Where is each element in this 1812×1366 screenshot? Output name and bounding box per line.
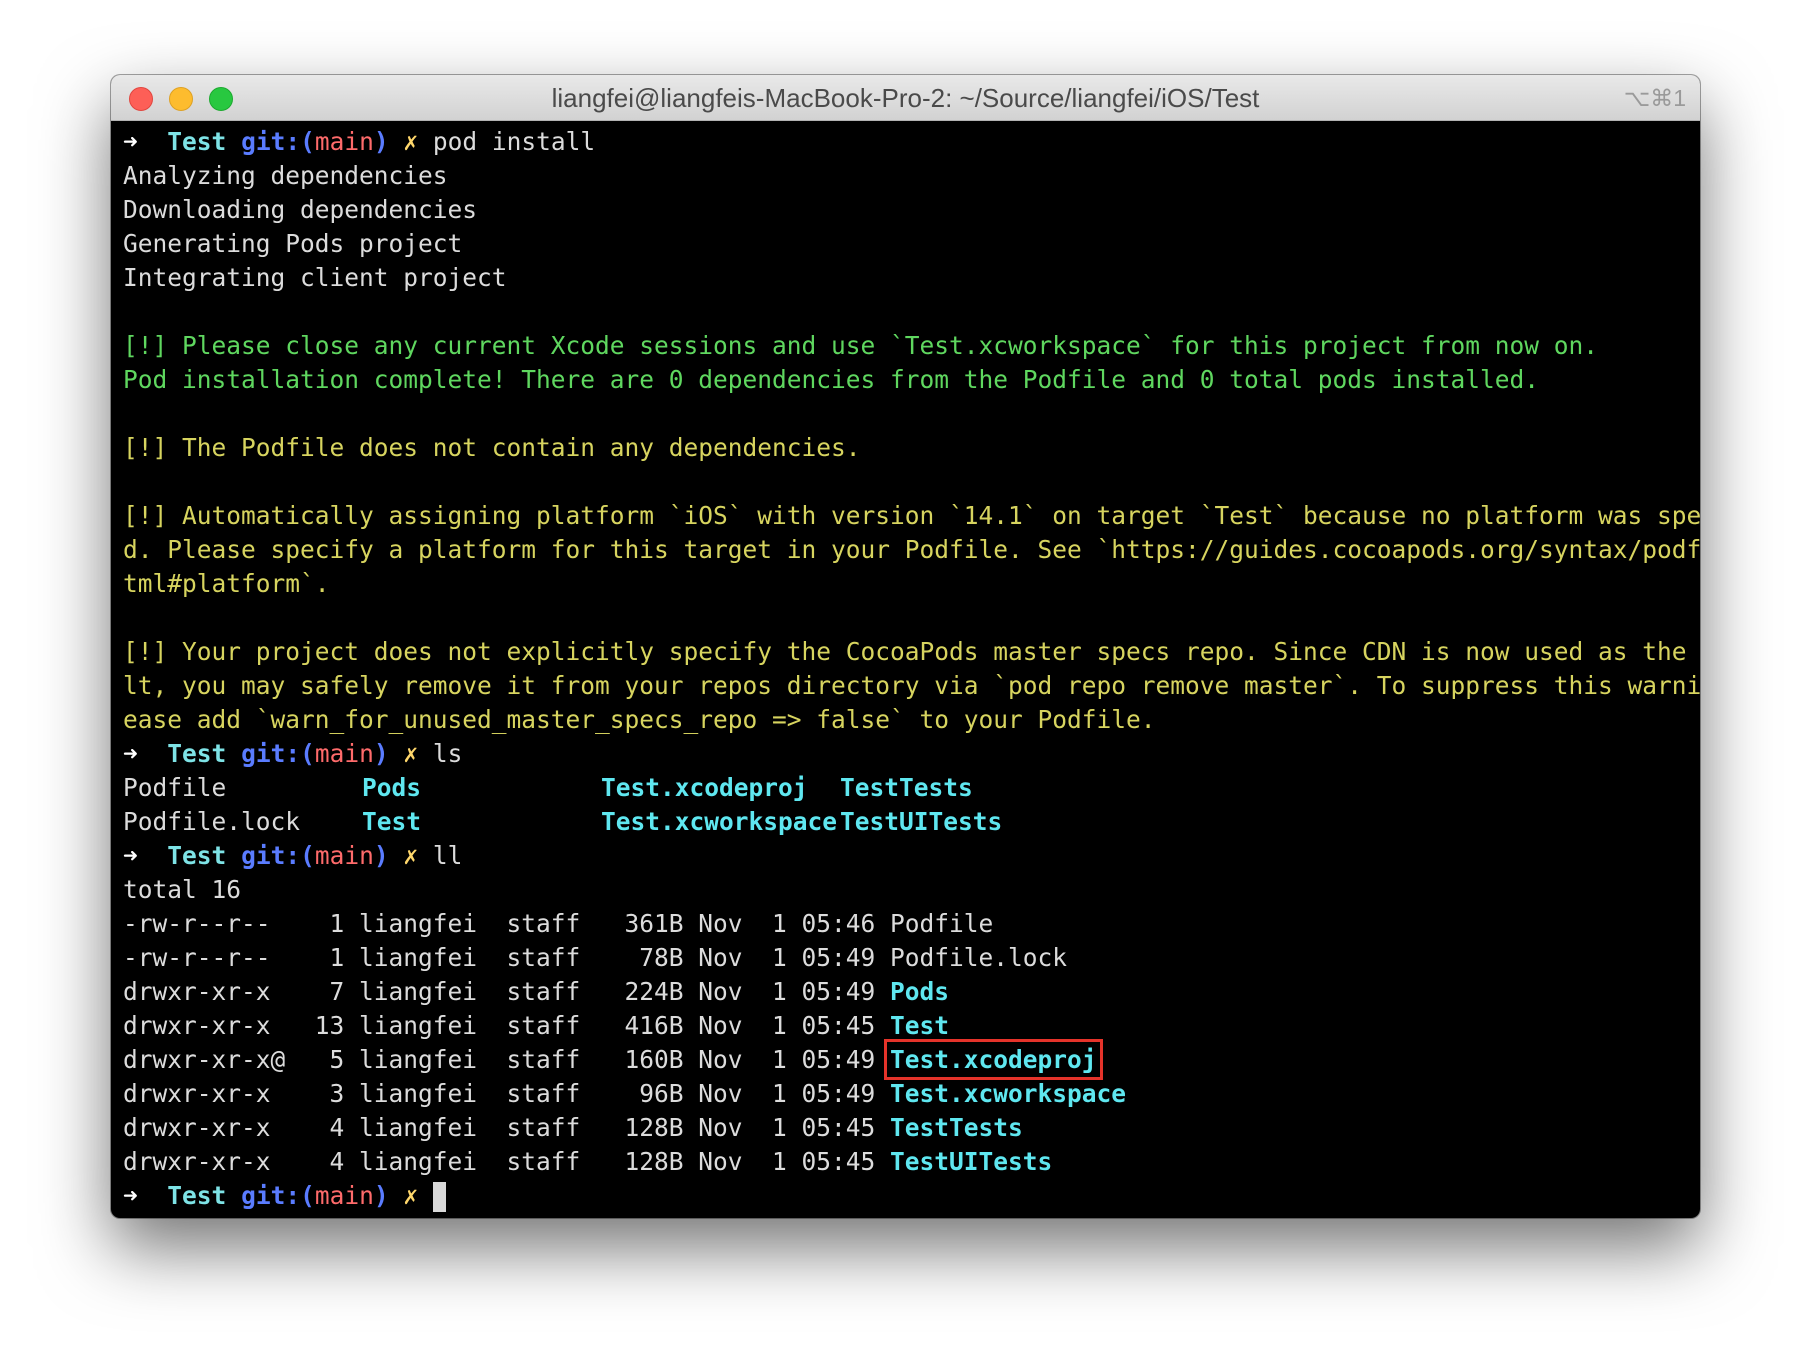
ll-row: -rw-r--r-- 1 liangfei staff 78B Nov 1 05…: [123, 941, 1692, 975]
ls-dir: TestUITests: [840, 807, 1003, 836]
ll-meta: drwxr-xr-x 13 liangfei staff 416B Nov 1 …: [123, 1011, 891, 1040]
warning-line: lt, you may safely remove it from your r…: [123, 671, 1700, 700]
prompt-dirty-icon: ✗: [403, 1181, 419, 1210]
output-line: Analyzing dependencies: [123, 161, 448, 190]
prompt-git-label: git:(: [241, 739, 315, 768]
ll-dir-name: TestUITests: [890, 1147, 1053, 1176]
ls-dir: Test.xcodeproj: [601, 773, 808, 802]
prompt-line: ➜ Test git:(main) ✗ pod install: [123, 125, 1692, 159]
ll-row: drwxr-xr-x@ 5 liangfei staff 160B Nov 1 …: [123, 1039, 1692, 1080]
prompt-git-label: git:(: [241, 127, 315, 156]
command-text: ll: [432, 841, 463, 870]
prompt-branch: main: [314, 841, 374, 870]
warning-line: [!] Your project does not explicitly spe…: [123, 637, 1700, 666]
ll-row: -rw-r--r-- 1 liangfei staff 361B Nov 1 0…: [123, 907, 1692, 941]
ll-total: total 16: [123, 875, 242, 904]
command-text: ls: [432, 739, 463, 768]
prompt-dirty-icon: ✗: [403, 739, 419, 768]
ll-name: Podfile.lock: [890, 943, 1068, 972]
ll-meta: drwxr-xr-x 4 liangfei staff 128B Nov 1 0…: [123, 1113, 891, 1142]
ls-dir: Pods: [362, 773, 422, 802]
ll-row: drwxr-xr-x 3 liangfei staff 96B Nov 1 05…: [123, 1077, 1692, 1111]
prompt-git-label: git:(: [241, 1181, 315, 1210]
ll-meta: drwxr-xr-x@ 5 liangfei staff 160B Nov 1 …: [123, 1045, 891, 1074]
ll-meta: drwxr-xr-x 7 liangfei staff 224B Nov 1 0…: [123, 977, 891, 1006]
ll-dir-name: Test.xcworkspace: [890, 1079, 1127, 1108]
ls-file: Podfile.lock: [123, 807, 301, 836]
terminal-output[interactable]: ➜ Test git:(main) ✗ pod install Analyzin…: [123, 121, 1700, 1218]
prompt-dirty-icon: ✗: [403, 127, 419, 156]
ll-meta: -rw-r--r-- 1 liangfei staff 361B Nov 1 0…: [123, 909, 891, 938]
prompt-arrow-icon: ➜: [123, 127, 138, 156]
prompt-line: ➜ Test git:(main) ✗: [123, 1179, 1692, 1213]
ll-dir-name: Pods: [890, 977, 950, 1006]
prompt-dirty-icon: ✗: [403, 841, 419, 870]
command-text: pod install: [432, 127, 596, 156]
ls-dir: Test: [362, 807, 422, 836]
output-line: Downloading dependencies: [123, 195, 478, 224]
prompt-arrow-icon: ➜: [123, 739, 138, 768]
window-title: liangfei@liangfeis-MacBook-Pro-2: ~/Sour…: [551, 83, 1260, 113]
ll-name: Podfile: [890, 909, 994, 938]
warning-line: [!] Automatically assigning platform `iO…: [123, 501, 1700, 530]
ll-row: drwxr-xr-x 4 liangfei staff 128B Nov 1 0…: [123, 1145, 1692, 1179]
ls-row: Podfile.lock Test Test.xcworkspace TestUITe…: [123, 805, 1692, 839]
prompt-branch: main: [314, 127, 374, 156]
prompt-git-close: ): [373, 841, 389, 870]
success-line: Pod installation complete! There are 0 d…: [123, 365, 1540, 394]
success-line: [!] Please close any current Xcode sessi…: [123, 331, 1599, 360]
prompt-git-close: ): [373, 739, 389, 768]
ll-row: drwxr-xr-x 4 liangfei staff 128B Nov 1 0…: [123, 1111, 1692, 1145]
prompt-dir: Test: [167, 841, 227, 870]
warning-line: ease add `warn_for_unused_master_specs_r…: [123, 705, 1156, 734]
prompt-git-close: ): [373, 1181, 389, 1210]
prompt-arrow-icon: ➜: [123, 1181, 138, 1210]
prompt-dir: Test: [167, 127, 227, 156]
ls-dir: Test.xcworkspace: [601, 807, 838, 836]
highlighted-xcodeproj: Test.xcodeproj: [884, 1039, 1103, 1080]
terminal-window: liangfei@liangfeis-MacBook-Pro-2: ~/Sour…: [111, 75, 1700, 1218]
prompt-dir: Test: [167, 739, 227, 768]
warning-line: tml#platform`.: [123, 569, 330, 598]
prompt-line: ➜ Test git:(main) ✗ ll: [123, 839, 1692, 873]
prompt-line: ➜ Test git:(main) ✗ ls: [123, 737, 1692, 771]
text-cursor[interactable]: [432, 1182, 446, 1212]
ll-dir-name: Test: [890, 1011, 950, 1040]
ll-meta: drwxr-xr-x 4 liangfei staff 128B Nov 1 0…: [123, 1147, 891, 1176]
prompt-git-label: git:(: [241, 841, 315, 870]
prompt-git-close: ): [373, 127, 389, 156]
ll-meta: -rw-r--r-- 1 liangfei staff 78B Nov 1 05…: [123, 943, 891, 972]
ll-row: drwxr-xr-x 13 liangfei staff 416B Nov 1 …: [123, 1009, 1692, 1043]
ll-dir-name: TestTests: [890, 1113, 1023, 1142]
ls-dir: TestTests: [840, 773, 973, 802]
ls-file: Podfile: [123, 773, 227, 802]
title-bar[interactable]: liangfei@liangfeis-MacBook-Pro-2: ~/Sour…: [111, 75, 1700, 121]
output-line: Generating Pods project: [123, 229, 463, 258]
warning-line: d. Please specify a platform for this ta…: [123, 535, 1700, 564]
prompt-dir: Test: [167, 1181, 227, 1210]
prompt-branch: main: [314, 739, 374, 768]
ll-meta: drwxr-xr-x 3 liangfei staff 96B Nov 1 05…: [123, 1079, 891, 1108]
prompt-arrow-icon: ➜: [123, 841, 138, 870]
prompt-branch: main: [314, 1181, 374, 1210]
window-shortcut: ⌥⌘1: [1623, 85, 1686, 111]
warning-line: [!] The Podfile does not contain any dep…: [123, 433, 861, 462]
ls-row: Podfile Pods Test.xcodeproj TestTests: [123, 771, 1692, 805]
ll-row: drwxr-xr-x 7 liangfei staff 224B Nov 1 0…: [123, 975, 1692, 1009]
output-line: Integrating client project: [123, 263, 507, 292]
